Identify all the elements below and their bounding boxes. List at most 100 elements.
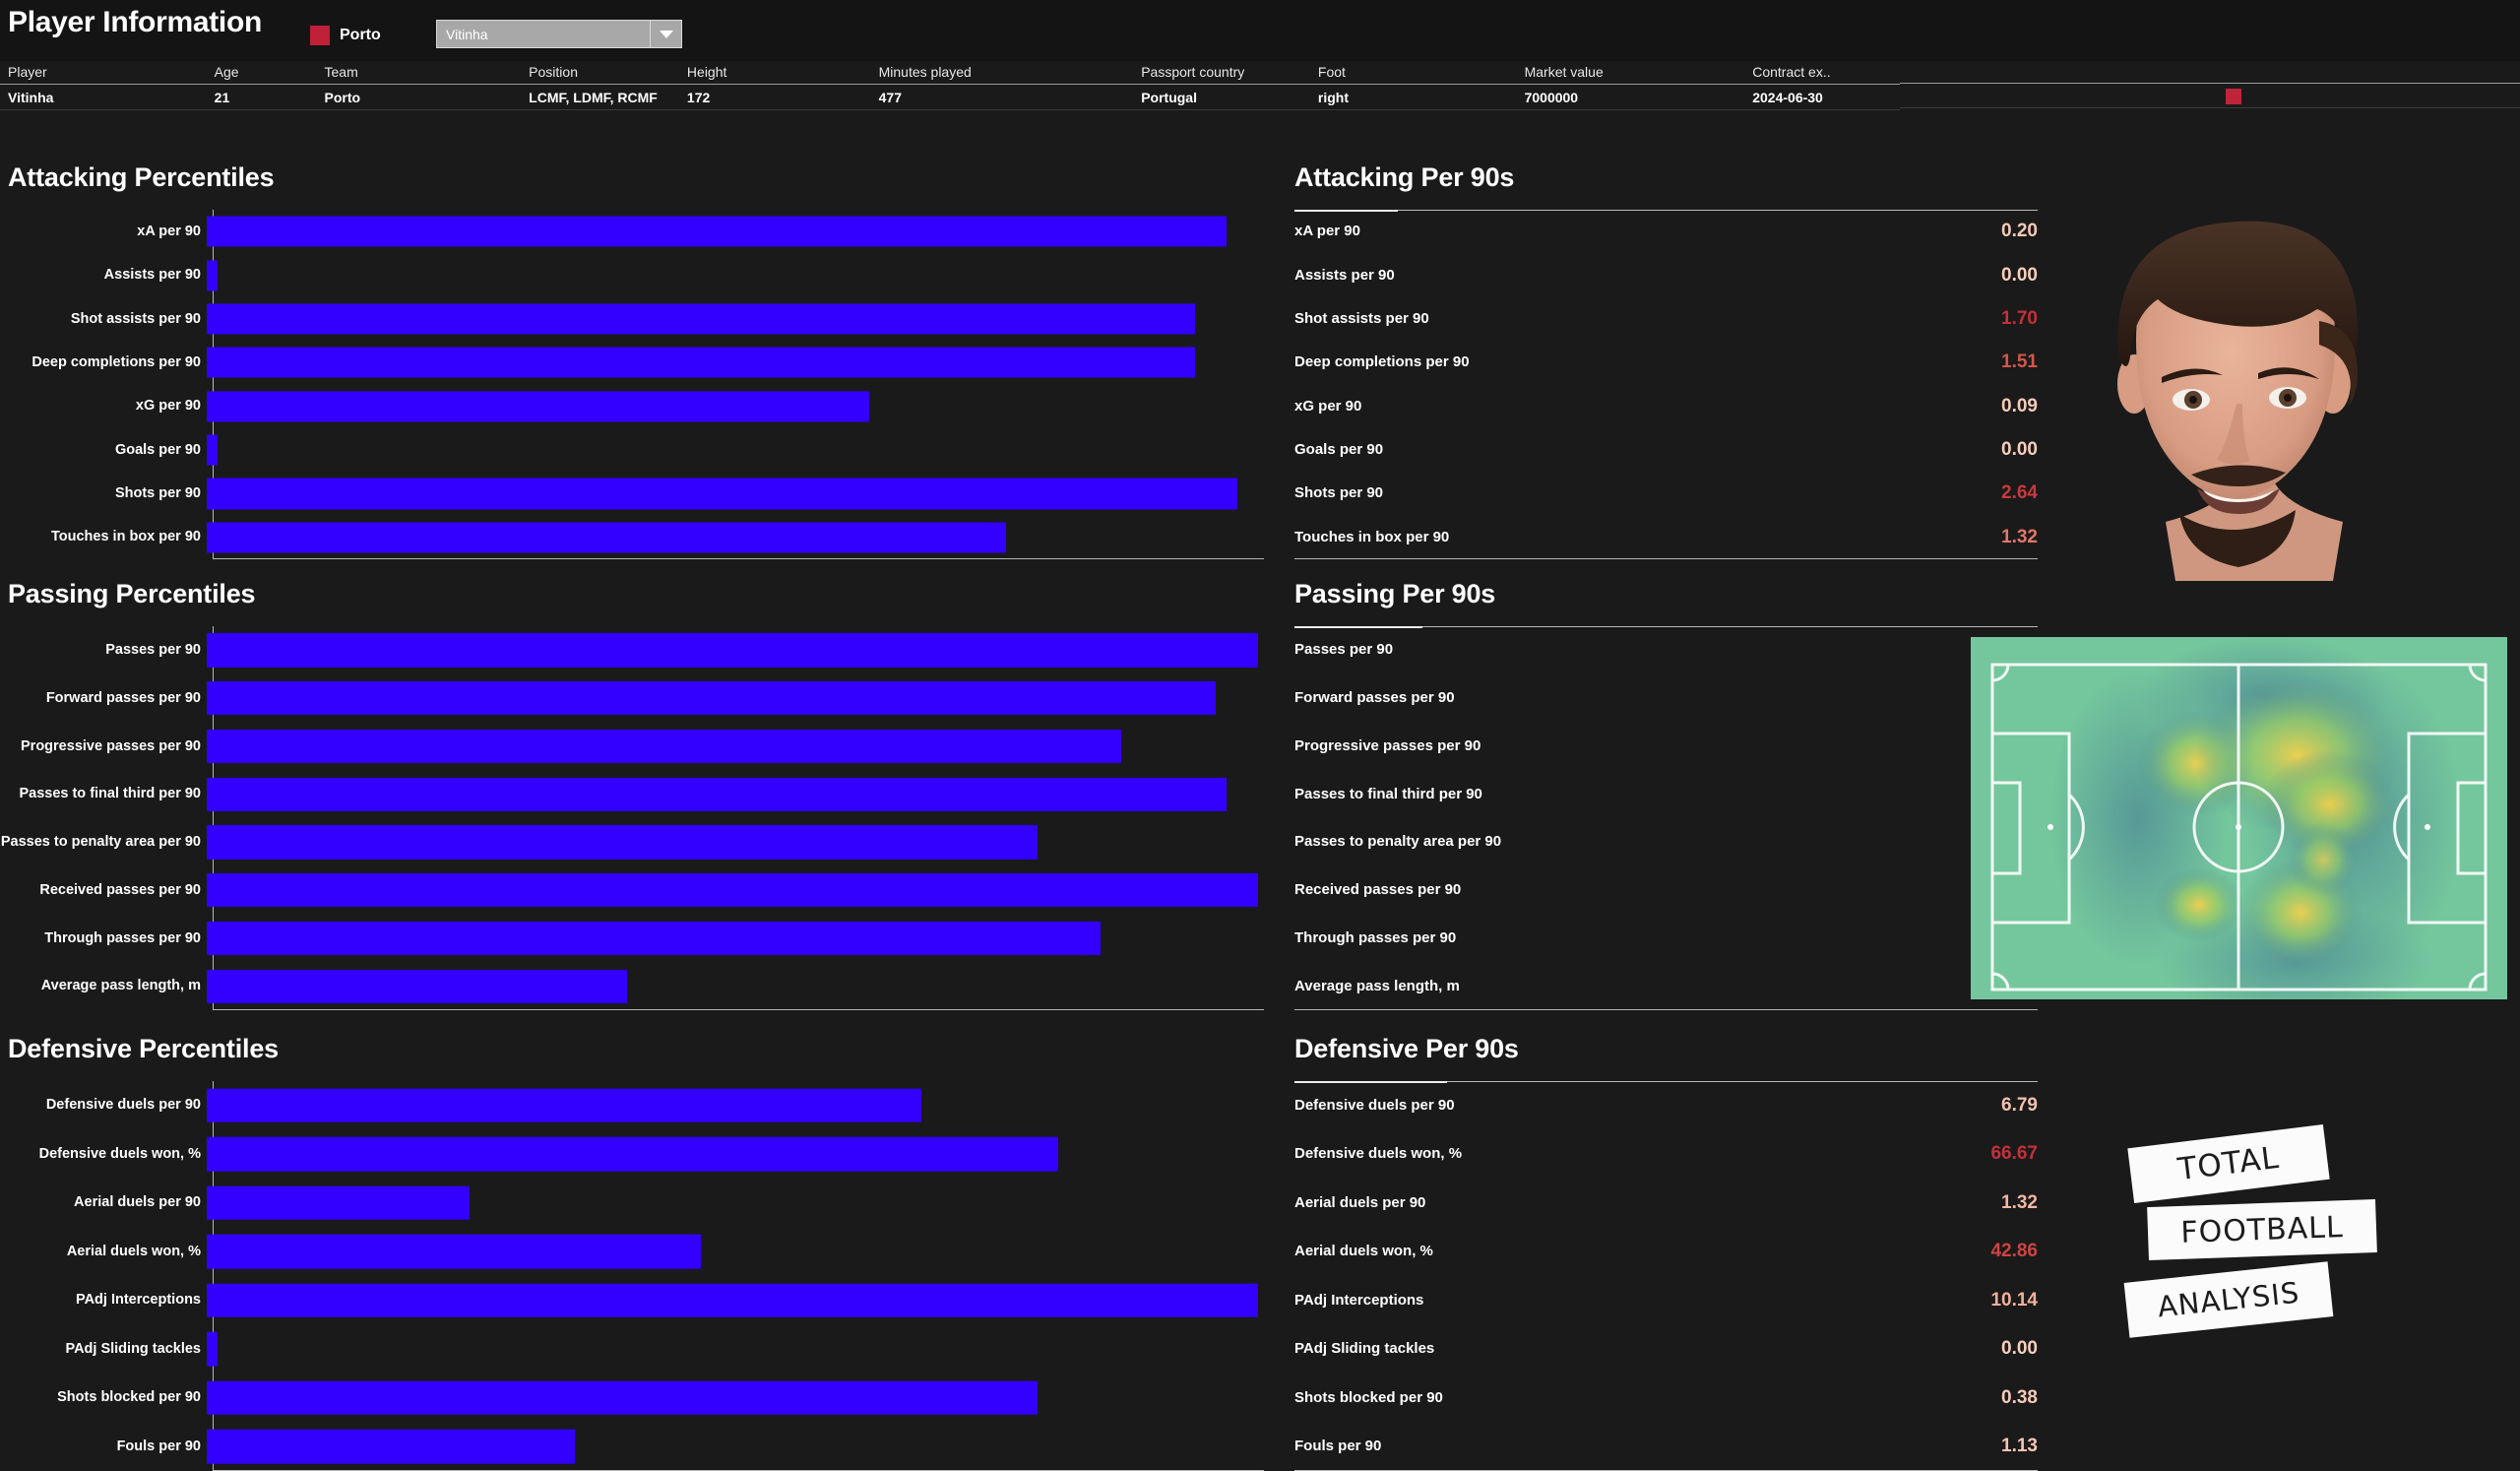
table-row: Vitinha 21 Porto LCMF, LDMF, RCMF 172 47… (0, 85, 1900, 110)
per90-metric-label: Shot assists per 90 (1294, 309, 1429, 327)
per90-row: Shots per 90 2.64 (1294, 472, 2038, 515)
cell-player: Vitinha (8, 89, 54, 105)
percentile-row-label: Shots blocked per 90 (57, 1389, 201, 1406)
percentile-bar (207, 825, 1038, 860)
col-header-market-value: Market value (1524, 63, 1604, 80)
defensive-percentiles-title: Defensive Percentiles (8, 1034, 279, 1063)
percentile-bar-track (207, 385, 1264, 428)
per90-metric-label: Passes per 90 (1294, 641, 1394, 659)
percentile-bar (207, 1088, 922, 1123)
percentile-bar-track (207, 1276, 1264, 1325)
percentile-row-label: Passes per 90 (105, 642, 201, 659)
percentile-row-label: Defensive duels won, % (38, 1145, 201, 1162)
percentile-bar (207, 478, 1237, 509)
percentile-bar-track (207, 1423, 1264, 1471)
per90-row: Forward passes per 9016.79 (1294, 674, 2038, 723)
percentile-bar (207, 1283, 1258, 1318)
legend-marker (2226, 89, 2241, 104)
passing-percentiles-title: Passing Percentiles (8, 579, 256, 608)
percentile-row: Passes to final third per 90 (0, 770, 1264, 818)
percentile-bar-track (207, 915, 1264, 963)
dashboard-root: Player Information Porto Vitinha Player … (0, 0, 2520, 1471)
col-header-contract: Contract ex.. (1752, 63, 1831, 80)
per90-metric-value: 6.79 (2001, 1094, 2038, 1116)
percentile-bar (207, 1234, 701, 1269)
percentile-bar (207, 1185, 470, 1221)
per90-row: Defensive duels won, % 66.67 (1294, 1130, 2038, 1180)
percentile-row-label: Through passes per 90 (44, 929, 201, 946)
percentile-bar (207, 633, 1258, 668)
per90-metric-label: Fouls per 90 (1294, 1438, 1382, 1455)
per90-row: Goals per 90 0.00 (1294, 428, 2038, 472)
per90-metric-label: Received passes per 90 (1294, 881, 1462, 899)
per90-metric-label: Aerial duels per 90 (1294, 1193, 1426, 1211)
percentile-row: xA per 90 (0, 210, 1264, 253)
percentile-bar (207, 1429, 575, 1464)
cell-market-value: 7000000 (1524, 89, 1579, 105)
percentile-row: xG per 90 (0, 385, 1264, 428)
per90-metric-value: 66.67 (1990, 1143, 2038, 1165)
chevron-down-icon[interactable] (650, 21, 681, 47)
per90-metric-label: Deep completions per 90 (1294, 353, 1470, 371)
cell-age: 21 (214, 89, 230, 105)
cell-passport: Portugal (1141, 89, 1197, 105)
page-title: Player Information (8, 6, 262, 38)
percentile-row-label: Average pass length, m (40, 978, 201, 994)
per90-metric-value: 1.32 (2001, 1191, 2038, 1213)
per90-row: Fouls per 90 1.13 (1294, 1423, 2038, 1471)
percentile-bar (207, 1331, 218, 1367)
col-header-age: Age (214, 63, 239, 80)
percentile-row: PAdj Sliding tackles (0, 1325, 1264, 1375)
player-select[interactable]: Vitinha (436, 20, 682, 48)
attacking-percentiles-chart: xA per 90 Assists per 90 Shot assists per … (0, 210, 1270, 559)
percentile-row: Received passes per 90 (0, 866, 1264, 915)
per90-row: xG per 90 0.09 (1294, 385, 2038, 428)
per90-row: Shot assists per 90 1.70 (1294, 297, 2038, 341)
percentile-row: Defensive duels won, % (0, 1130, 1264, 1180)
col-header-height: Height (686, 63, 727, 80)
per90-row: Through passes per 901.51 (1294, 915, 2038, 963)
per90-metric-label: Passes to final third per 90 (1294, 785, 1482, 802)
per90-metric-label: xG per 90 (1294, 397, 1362, 415)
percentile-row-label: Received passes per 90 (39, 881, 201, 898)
per90-row: Passes per 9070.75 (1294, 626, 2038, 674)
percentile-bar (207, 873, 1258, 908)
header-bar: Player Information Porto Vitinha (0, 0, 2520, 61)
percentile-bar (207, 921, 1101, 955)
percentile-bar-track (207, 818, 1264, 866)
percentile-row: PAdj Interceptions (0, 1276, 1264, 1325)
percentile-row-label: Fouls per 90 (116, 1438, 201, 1454)
passing-per90-title: Passing Per 90s (1294, 579, 1496, 608)
percentile-bar-track (207, 253, 1264, 296)
col-header-position: Position (529, 63, 578, 80)
player-portrait-illustration (2117, 221, 2359, 581)
percentile-row: Assists per 90 (0, 253, 1264, 296)
percentile-bar-track (207, 723, 1264, 771)
percentile-row: Goals per 90 (0, 428, 1264, 472)
percentile-bar (207, 1136, 1059, 1172)
per90-metric-label: Passes to penalty area per 90 (1294, 833, 1502, 851)
panel-top-rule (1294, 210, 2038, 212)
per90-metric-value: 0.38 (2001, 1386, 2038, 1408)
percentile-row: Average pass length, m (0, 962, 1264, 1010)
cell-contract: 2024-06-30 (1752, 89, 1823, 105)
percentile-bar-track (207, 770, 1264, 818)
cell-height: 172 (686, 89, 711, 105)
percentile-row: Passes per 90 (0, 626, 1264, 674)
percentile-bar (207, 522, 1006, 553)
percentile-row-label: Passes to final third per 90 (19, 786, 201, 802)
percentile-row: Shots per 90 (0, 472, 1264, 515)
percentile-row: Progressive passes per 90 (0, 723, 1264, 771)
percentile-row: Aerial duels per 90 (0, 1179, 1264, 1228)
percentile-bar (207, 391, 869, 422)
per90-metric-value: 42.86 (1990, 1241, 2038, 1262)
percentile-row-label: Forward passes per 90 (45, 689, 201, 706)
percentile-row: Aerial duels won, % (0, 1228, 1264, 1277)
col-header-team: Team (324, 63, 358, 80)
percentile-row-label: PAdj Sliding tackles (65, 1340, 201, 1357)
percentile-row: Shot assists per 90 (0, 297, 1264, 341)
percentile-row-label: xG per 90 (135, 398, 201, 415)
percentile-row-label: Shots per 90 (114, 485, 201, 502)
percentile-row-label: PAdj Interceptions (75, 1292, 201, 1309)
percentile-row-label: Passes to penalty area per 90 (0, 834, 201, 851)
